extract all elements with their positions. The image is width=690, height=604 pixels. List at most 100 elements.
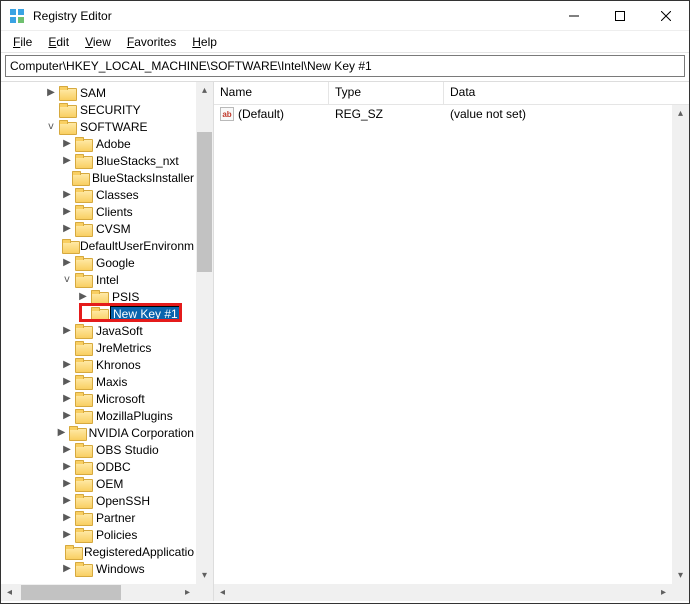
tree-node-khronos[interactable]: ▶Khronos [1, 356, 196, 373]
tree-node-javasoft[interactable]: ▶JavaSoft [1, 322, 196, 339]
chevron-right-icon[interactable]: ▶ [45, 87, 57, 99]
tree-node-psis[interactable]: ▶PSIS [1, 288, 196, 305]
menubar: File Edit View Favorites Help [1, 31, 689, 53]
tree-scrollbar-vertical[interactable]: ▴ ▾ [196, 82, 213, 584]
tree-node-registeredapps[interactable]: ▶RegisteredApplicatio [1, 543, 196, 560]
menu-file[interactable]: File [5, 33, 40, 51]
address-bar[interactable]: Computer\HKEY_LOCAL_MACHINE\SOFTWARE\Int… [5, 55, 685, 77]
list-scrollbar-vertical[interactable]: ▴ ▾ [672, 105, 689, 584]
chevron-right-icon[interactable]: ▶ [61, 206, 73, 218]
tree-scrollbar-horizontal[interactable]: ◂ ▸ [1, 584, 196, 601]
tree-node-jremetrics[interactable]: ▶JreMetrics [1, 339, 196, 356]
chevron-right-icon[interactable]: ▶ [61, 138, 73, 150]
chevron-right-icon[interactable]: ▶ [61, 189, 73, 201]
list-row[interactable]: ab (Default) REG_SZ (value not set) [214, 105, 689, 123]
tree-body[interactable]: ▶ SAM ▶ SECURITY ⅴ SOFTWARE ▶ Adobe ▶Blue… [1, 82, 196, 584]
tree-node-classes[interactable]: ▶Classes [1, 186, 196, 203]
chevron-right-icon[interactable]: ▶ [61, 478, 73, 490]
menu-help[interactable]: Help [184, 33, 225, 51]
tree-node-windows[interactable]: ▶Windows [1, 560, 196, 577]
tree-label: OEM [94, 477, 125, 491]
menu-edit[interactable]: Edit [40, 33, 77, 51]
scroll-thumb[interactable] [197, 132, 212, 272]
column-data[interactable]: Data [444, 82, 689, 104]
menu-favorites[interactable]: Favorites [119, 33, 184, 51]
tree-node-microsoft[interactable]: ▶ Microsoft [1, 390, 196, 407]
menu-view[interactable]: View [77, 33, 119, 51]
tree-node-software[interactable]: ⅴ SOFTWARE [1, 118, 196, 135]
chevron-right-icon[interactable]: ▶ [61, 461, 73, 473]
folder-icon [75, 562, 91, 575]
chevron-right-icon[interactable]: ▶ [61, 563, 73, 575]
folder-icon [75, 188, 91, 201]
tree-node-openssh[interactable]: ▶OpenSSH [1, 492, 196, 509]
chevron-right-icon[interactable]: ▶ [61, 155, 73, 167]
scroll-up-icon[interactable]: ▴ [196, 82, 213, 99]
tree-node-google[interactable]: ▶ Google [1, 254, 196, 271]
scroll-left-icon[interactable]: ◂ [214, 584, 231, 601]
menu-file-rest: ile [20, 35, 32, 49]
tree-label: Adobe [94, 137, 133, 151]
folder-icon [91, 290, 107, 303]
close-button[interactable] [643, 1, 689, 31]
tree-label: JreMetrics [94, 341, 153, 355]
tree-label: Policies [94, 528, 139, 542]
tree-node-odbc[interactable]: ▶ODBC [1, 458, 196, 475]
chevron-right-icon[interactable]: ▶ [61, 325, 73, 337]
menu-view-rest: iew [93, 35, 111, 49]
tree-node-adobe[interactable]: ▶ Adobe [1, 135, 196, 152]
tree-node-obs[interactable]: ▶OBS Studio [1, 441, 196, 458]
tree-node-oem[interactable]: ▶ OEM [1, 475, 196, 492]
tree-node-intel[interactable]: ⅴIntel [1, 271, 196, 288]
chevron-right-icon[interactable]: ▶ [77, 291, 89, 303]
scroll-thumb[interactable] [21, 585, 121, 600]
tree-node-partner[interactable]: ▶Partner [1, 509, 196, 526]
column-name[interactable]: Name [214, 82, 329, 104]
chevron-right-icon[interactable]: ▶ [61, 529, 73, 541]
tree-node-mozillaplugins[interactable]: ▶MozillaPlugins [1, 407, 196, 424]
folder-icon [75, 205, 91, 218]
chevron-right-icon[interactable]: ▶ [61, 495, 73, 507]
chevron-down-icon[interactable]: ⅴ [45, 121, 57, 133]
tree-node-nvidia[interactable]: ▶NVIDIA Corporation [1, 424, 196, 441]
menu-edit-rest: dit [56, 35, 69, 49]
maximize-button[interactable] [597, 1, 643, 31]
tree-label: SAM [78, 86, 108, 100]
tree-label: Google [94, 256, 137, 270]
titlebar: Registry Editor [1, 1, 689, 31]
scroll-corner [672, 584, 689, 601]
tree-node-clients[interactable]: ▶Clients [1, 203, 196, 220]
chevron-right-icon[interactable]: ▶ [61, 444, 73, 456]
chevron-right-icon[interactable]: ▶ [61, 359, 73, 371]
scroll-right-icon[interactable]: ▸ [179, 584, 196, 601]
tree-label: Microsoft [94, 392, 147, 406]
minimize-button[interactable] [551, 1, 597, 31]
tree-node-bluestacks-nxt[interactable]: ▶BlueStacks_nxt [1, 152, 196, 169]
chevron-right-icon[interactable]: ▶ [61, 393, 73, 405]
list-scrollbar-horizontal[interactable]: ◂ ▸ [214, 584, 672, 601]
chevron-right-icon[interactable]: ▶ [56, 427, 67, 439]
tree-node-security[interactable]: ▶ SECURITY [1, 101, 196, 118]
chevron-right-icon[interactable]: ▶ [61, 512, 73, 524]
scroll-down-icon[interactable]: ▾ [672, 567, 689, 584]
tree-node-cvsm[interactable]: ▶CVSM [1, 220, 196, 237]
tree-node-policies[interactable]: ▶ Policies [1, 526, 196, 543]
chevron-down-icon[interactable]: ⅴ [61, 274, 73, 286]
scroll-up-icon[interactable]: ▴ [672, 105, 689, 122]
tree-node-bluestacksinstaller[interactable]: ▶BlueStacksInstaller [1, 169, 196, 186]
chevron-right-icon[interactable]: ▶ [61, 410, 73, 422]
chevron-right-icon[interactable]: ▶ [61, 257, 73, 269]
scroll-left-icon[interactable]: ◂ [1, 584, 18, 601]
scroll-down-icon[interactable]: ▾ [196, 567, 213, 584]
list-body[interactable]: ab (Default) REG_SZ (value not set) [214, 105, 689, 123]
tree-node-defaultuserenv[interactable]: ▶DefaultUserEnvironm [1, 237, 196, 254]
tree-node-maxis[interactable]: ▶Maxis [1, 373, 196, 390]
tree-node-newkey1[interactable]: ▶New Key #1 [1, 305, 196, 322]
chevron-right-icon[interactable]: ▶ [61, 223, 73, 235]
scroll-right-icon[interactable]: ▸ [655, 584, 672, 601]
tree-node-sam[interactable]: ▶ SAM [1, 84, 196, 101]
chevron-right-icon[interactable]: ▶ [61, 376, 73, 388]
column-type[interactable]: Type [329, 82, 444, 104]
tree-label-editing[interactable]: New Key #1 [110, 306, 181, 322]
folder-icon [59, 86, 75, 99]
